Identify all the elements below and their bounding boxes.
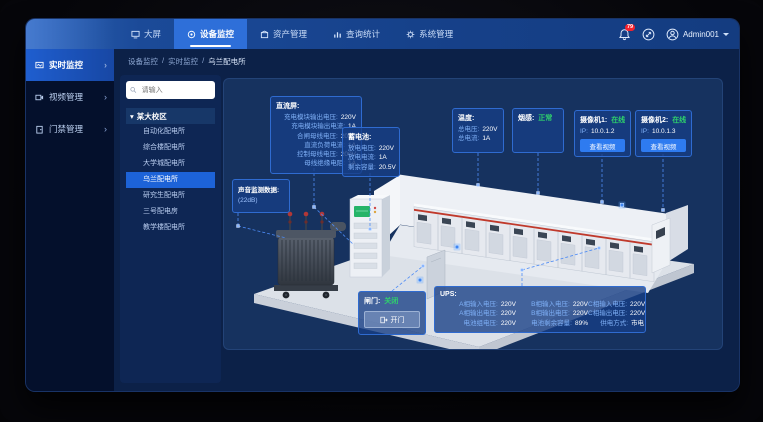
sidebar-item-label: 实时监控 <box>49 59 83 71</box>
view-video-button[interactable]: 查看视频 <box>641 139 686 152</box>
nav-label: 查询统计 <box>346 28 380 40</box>
nav-item-statistics[interactable]: 查询统计 <box>320 19 393 49</box>
callout-title: 摄像机1: 在线 <box>580 115 625 125</box>
tree-root-node[interactable]: ▾ 某大校区 <box>126 108 215 124</box>
tree-node[interactable]: 教学楼配电所 <box>126 220 215 236</box>
asset-box-icon <box>260 30 269 39</box>
callout-title: 直流屏: <box>276 101 356 111</box>
breadcrumb-separator: / <box>162 56 164 67</box>
tree-expand-icon: ▾ <box>130 112 134 121</box>
door-icon <box>35 125 44 134</box>
user-name: Admin001 <box>683 30 719 39</box>
callout-title: UPS: <box>440 291 640 298</box>
realtime-monitor-icon <box>35 61 44 70</box>
breadcrumb-separator: / <box>202 56 204 67</box>
main-nav: 大屏 设备监控 资产管理 查询统计 系统管理 <box>118 19 466 49</box>
avatar-icon <box>666 28 679 41</box>
door-callout: 闸门: 关闭 开门 <box>358 291 426 335</box>
breadcrumb: 设备监控 / 实时监控 / 乌兰配电所 <box>128 56 246 67</box>
nav-item-system[interactable]: 系统管理 <box>393 19 466 49</box>
logo-area <box>26 19 114 49</box>
tree-node[interactable]: 大学城配电所 <box>126 156 215 172</box>
camera2-status: 在线 <box>672 117 686 124</box>
scene-3d-viewport[interactable]: 直流屏: 充电模块输出电压:220V 充电模块输出电流:1A 合闸母线电压:20… <box>223 78 723 350</box>
nav-item-dashboard[interactable]: 大屏 <box>118 19 174 49</box>
sound-callout: 声音监测数据: (22dB) <box>232 179 290 213</box>
tree-root-label: 某大校区 <box>137 111 167 122</box>
monitor-icon <box>187 30 196 39</box>
station-tree-panel: ▾ 某大校区 自动化配电所 综合楼配电所 大学城配电所 乌兰配电所 研究生配电所… <box>120 75 221 383</box>
battery-callout: 蓄电池: 放电电压:220V 放电电流:1A 剩余容量:20.5V <box>342 127 400 177</box>
ups-grid: A相输入电压:220V B相输入电压:220V C相输入电压:220V A相输出… <box>440 300 640 328</box>
callout-title: 温度: <box>458 113 498 123</box>
nav-item-device-monitor[interactable]: 设备监控 <box>174 19 247 49</box>
notifications-button[interactable]: 79 <box>618 28 631 41</box>
nav-label: 大屏 <box>144 28 161 40</box>
camera2-callout: 摄像机2: 在线 IP:10.0.1.3 查看视频 <box>635 110 692 157</box>
callout-title: 摄像机2: 在线 <box>641 115 686 125</box>
camera1-ip: 10.0.1.2 <box>591 127 615 136</box>
nav-item-assets[interactable]: 资产管理 <box>247 19 320 49</box>
view-video-button[interactable]: 查看视频 <box>580 139 625 152</box>
chevron-right-icon: › <box>104 92 114 102</box>
breadcrumb-item[interactable]: 实时监控 <box>168 56 198 67</box>
camera2-ip: 10.0.1.3 <box>652 127 676 136</box>
sidebar-item-video-manage[interactable]: 视频管理 › <box>26 81 114 113</box>
sidebar-item-access-control[interactable]: 门禁管理 › <box>26 113 114 145</box>
temperature-callout: 温度: 总电压:220V 总电流:1A <box>452 108 504 153</box>
stats-icon <box>333 30 342 39</box>
chevron-right-icon: › <box>104 60 114 70</box>
sidebar-item-label: 门禁管理 <box>49 123 83 135</box>
door-open-icon <box>380 316 388 324</box>
breadcrumb-current: 乌兰配电所 <box>208 56 246 67</box>
camera1-status: 在线 <box>611 117 625 124</box>
callout-title: 烟感: 正常 <box>518 113 558 123</box>
tree-search-input[interactable] <box>140 86 211 95</box>
tree-node-selected[interactable]: 乌兰配电所 <box>126 172 215 188</box>
callout-title: 闸门: 关闭 <box>364 296 420 306</box>
big-screen-icon <box>131 30 140 39</box>
smoke-status: 正常 <box>538 115 552 122</box>
tree-node[interactable]: 研究生配电所 <box>126 188 215 204</box>
device-frame: 大屏 设备监控 资产管理 查询统计 系统管理 79 <box>0 0 763 422</box>
app-window: 大屏 设备监控 资产管理 查询统计 系统管理 79 <box>25 18 740 392</box>
user-menu[interactable]: Admin001 <box>666 28 729 41</box>
right-cabinet <box>652 218 670 273</box>
tree-node[interactable]: 三号配电房 <box>126 204 215 220</box>
nav-label: 设备监控 <box>200 28 234 40</box>
notification-badge: 79 <box>625 24 635 31</box>
open-door-button[interactable]: 开门 <box>364 311 420 328</box>
sidebar-item-realtime-monitor[interactable]: 实时监控 › <box>26 49 114 81</box>
sidebar-item-label: 视频管理 <box>49 91 83 103</box>
callout-title: 蓄电池: <box>348 132 394 142</box>
tree-node[interactable]: 自动化配电所 <box>126 124 215 140</box>
nav-label: 资产管理 <box>273 28 307 40</box>
dc-screen-cabinet-model <box>350 195 390 277</box>
nav-label: 系统管理 <box>419 28 453 40</box>
callout-title: 声音监测数据: <box>238 184 284 194</box>
sidebar: 实时监控 › 视频管理 › 门禁管理 › <box>26 49 114 391</box>
door-status: 关闭 <box>384 298 398 305</box>
fullscreen-icon[interactable] <box>642 28 655 41</box>
camera1-callout: 摄像机1: 在线 IP:10.0.1.2 查看视频 <box>574 110 631 157</box>
tree-search <box>126 81 215 99</box>
tree-node[interactable]: 综合楼配电所 <box>126 140 215 156</box>
breadcrumb-item[interactable]: 设备监控 <box>128 56 158 67</box>
top-bar: 大屏 设备监控 资产管理 查询统计 系统管理 79 <box>26 19 739 49</box>
smoke-callout: 烟感: 正常 <box>512 108 564 153</box>
search-icon <box>130 86 137 94</box>
transformer-model <box>274 212 346 299</box>
gear-icon <box>406 30 415 39</box>
video-camera-icon <box>35 93 44 102</box>
caret-down-icon <box>723 33 729 36</box>
chevron-right-icon: › <box>104 124 114 134</box>
sound-value: (22dB) <box>238 197 284 204</box>
station-tree: ▾ 某大校区 自动化配电所 综合楼配电所 大学城配电所 乌兰配电所 研究生配电所… <box>126 108 215 236</box>
ups-callout: UPS: A相输入电压:220V B相输入电压:220V C相输入电压:220V… <box>434 286 646 333</box>
top-right-cluster: 79 Admin001 <box>618 19 729 49</box>
